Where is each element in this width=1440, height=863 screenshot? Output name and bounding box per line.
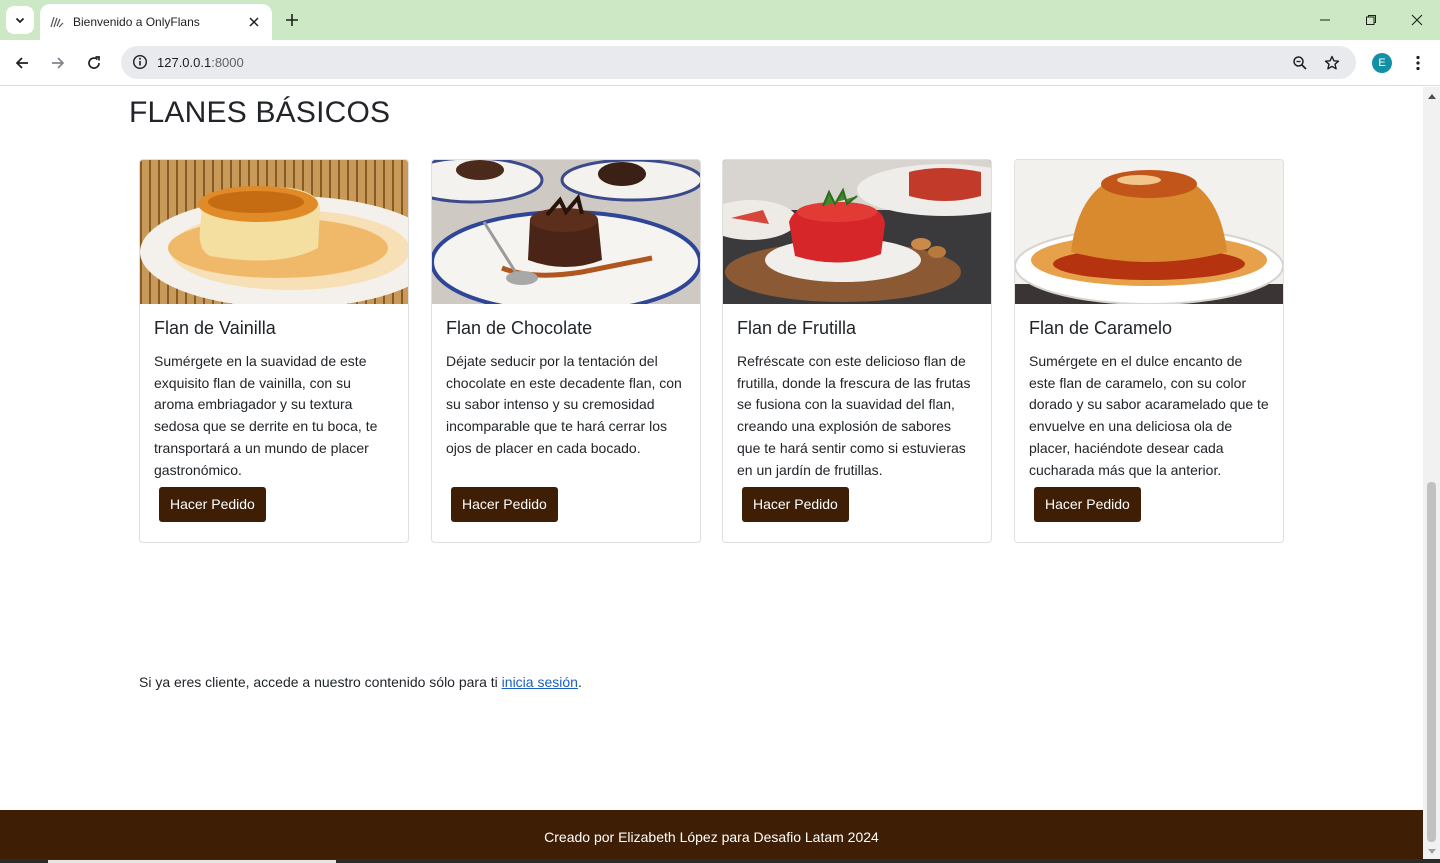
menu-kebab-icon[interactable] — [1408, 50, 1428, 76]
flan-favicon-icon — [49, 14, 65, 30]
tab-search-button[interactable] — [6, 6, 34, 34]
site-info-icon[interactable] — [127, 49, 153, 75]
taskbar-edge — [0, 859, 1440, 863]
back-button[interactable] — [8, 49, 36, 77]
minimize-icon — [1320, 19, 1330, 21]
flan-chocolate-image — [432, 160, 700, 304]
flan-vainilla-image — [140, 160, 408, 304]
window-close-icon — [1411, 14, 1423, 26]
zoom-icon[interactable] — [1287, 50, 1313, 76]
flan-card-caramelo: Flan de Caramelo Sumérgete en el dulce e… — [1014, 159, 1284, 543]
order-button-vainilla[interactable]: Hacer Pedido — [159, 487, 266, 522]
card-title: Flan de Frutilla — [737, 318, 857, 338]
browser-toolbar: 127.0.0.1:8000 E — [0, 40, 1440, 86]
card-text: Sumérgete en la suavidad de este exquisi… — [154, 353, 378, 478]
reload-button[interactable] — [80, 49, 108, 77]
flan-frutilla-image — [723, 160, 991, 304]
tab-title: Bienvenido a OnlyFlans — [73, 15, 200, 29]
restore-icon — [1366, 15, 1376, 25]
order-button-caramelo[interactable]: Hacer Pedido — [1034, 487, 1141, 522]
scroll-down-icon[interactable] — [1423, 845, 1440, 859]
page-scrollbar[interactable] — [1423, 87, 1440, 863]
login-prompt-text: Si ya eres cliente, accede a nuestro con… — [139, 674, 502, 690]
back-icon — [15, 57, 28, 69]
page-viewport: FLANES BÁSICOS Flan de Vainilla Sumérget… — [0, 87, 1423, 863]
minimize-button[interactable] — [1302, 0, 1348, 40]
order-button-chocolate[interactable]: Hacer Pedido — [451, 487, 558, 522]
card-title: Flan de Caramelo — [1029, 318, 1173, 338]
window-close-button[interactable] — [1394, 0, 1440, 40]
login-prompt: Si ya eres cliente, accede a nuestro con… — [139, 674, 582, 690]
card-title: Flan de Chocolate — [446, 318, 593, 338]
flan-card-chocolate: Flan de Chocolate Déjate seducir por la … — [431, 159, 701, 543]
card-text: Refréscate con este delicioso flan de fr… — [737, 353, 971, 478]
flan-card-frutilla: Flan de Frutilla Refréscate con este del… — [722, 159, 992, 543]
chevron-down-icon — [15, 17, 25, 24]
card-text: Déjate seducir por la tentación del choc… — [446, 353, 682, 456]
url-host: 127.0.0.1 — [157, 55, 212, 70]
section-title: FLANES BÁSICOS — [129, 96, 391, 129]
card-title: Flan de Vainilla — [154, 318, 276, 338]
card-text: Sumérgete en el dulce encanto de este fl… — [1029, 353, 1269, 478]
forward-button[interactable] — [44, 49, 72, 77]
forward-icon — [52, 57, 65, 69]
tab-strip: Bienvenido a OnlyFlans — [0, 0, 1440, 40]
order-button-frutilla[interactable]: Hacer Pedido — [742, 487, 849, 522]
active-tab[interactable]: Bienvenido a OnlyFlans — [40, 4, 272, 40]
restore-button[interactable] — [1348, 0, 1394, 40]
flan-card-grid: Flan de Vainilla Sumérgete en la suavida… — [139, 159, 1285, 543]
plus-icon — [286, 14, 298, 26]
flan-caramelo-image — [1015, 160, 1283, 304]
scroll-up-icon[interactable] — [1423, 89, 1440, 103]
footer-text: Creado por Elizabeth López para Desafio … — [544, 828, 879, 845]
new-tab-button[interactable] — [280, 8, 304, 32]
close-icon[interactable] — [246, 14, 262, 30]
profile-avatar[interactable]: E — [1372, 53, 1392, 73]
login-link[interactable]: inicia sesión — [502, 674, 578, 690]
page-footer: Creado por Elizabeth López para Desafio … — [0, 810, 1423, 863]
url-text[interactable]: 127.0.0.1:8000 — [157, 46, 244, 79]
login-prompt-suffix: . — [577, 674, 582, 690]
flan-card-vainilla: Flan de Vainilla Sumérgete en la suavida… — [139, 159, 409, 543]
reload-icon — [88, 56, 100, 69]
scroll-thumb[interactable] — [1427, 482, 1436, 842]
address-bar[interactable]: 127.0.0.1:8000 — [121, 46, 1356, 79]
bookmark-star-icon[interactable] — [1319, 50, 1345, 76]
url-port: :8000 — [211, 55, 244, 70]
